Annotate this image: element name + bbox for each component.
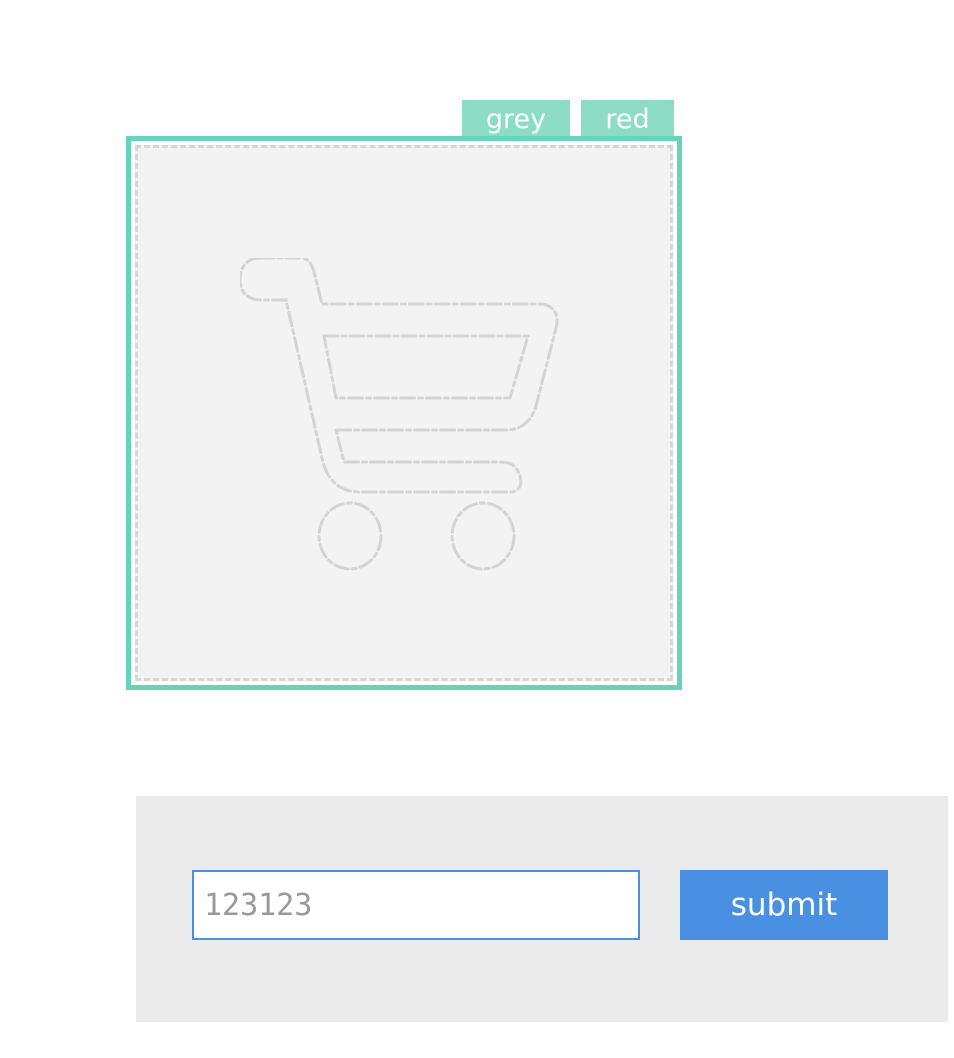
- page: grey red submit: [0, 0, 954, 1058]
- tab-red[interactable]: red: [581, 100, 674, 136]
- tab-grey[interactable]: grey: [462, 100, 570, 136]
- shopping-cart-icon: [240, 258, 559, 571]
- form-panel: submit: [136, 796, 948, 1022]
- preview-canvas: [135, 145, 673, 681]
- submit-button[interactable]: submit: [680, 870, 888, 940]
- code-input[interactable]: [192, 870, 640, 940]
- preview-frame: [126, 136, 682, 690]
